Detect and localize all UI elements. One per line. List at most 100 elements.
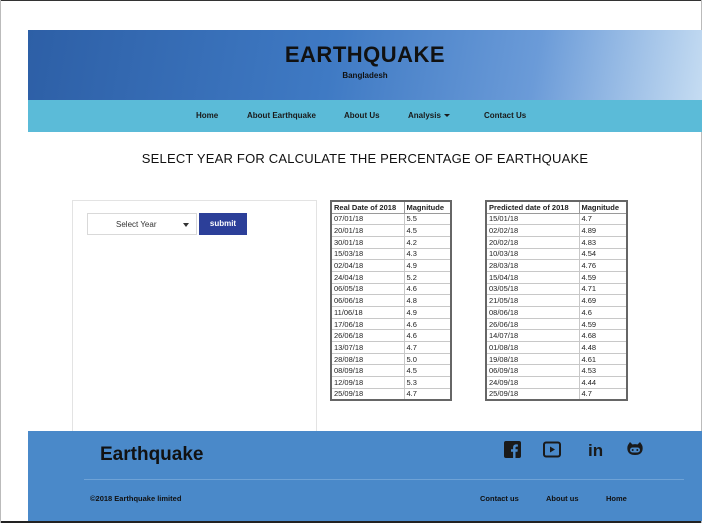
frame-border-left	[0, 0, 1, 523]
date-cell: 08/09/18	[330, 364, 405, 378]
table-row: 06/06/18 4.8	[330, 294, 452, 307]
column-header-magnitude: Magnitude	[578, 200, 628, 214]
date-cell: 21/05/18	[485, 294, 580, 307]
date-cell: 06/05/18	[330, 282, 405, 296]
magnitude-cell: 4.53	[578, 364, 628, 378]
date-cell: 24/04/18	[330, 270, 405, 284]
date-cell: 15/03/18	[330, 247, 405, 261]
date-cell: 10/03/18	[485, 247, 580, 261]
table-row: 12/09/18 5.3	[330, 376, 452, 389]
nav-about-us-link[interactable]: About Us	[344, 111, 380, 120]
table-row: 08/09/18 4.5	[330, 364, 452, 378]
submit-button[interactable]: submit	[199, 213, 247, 235]
magnitude-cell: 4.83	[578, 235, 628, 249]
table-row: 24/09/18 4.44	[485, 376, 628, 389]
date-cell: 06/06/18	[330, 294, 405, 307]
table-row: 08/06/18 4.6	[485, 306, 628, 319]
table-row: 15/01/18 4.7	[485, 212, 628, 226]
nav-home-link[interactable]: Home	[196, 111, 218, 120]
table-row: 30/01/18 4.2	[330, 235, 452, 249]
linkedin-icon[interactable]: in	[588, 441, 608, 461]
predicted-dates-table: Predicted date of 2018 Magnitude 15/01/1…	[485, 200, 628, 401]
date-cell: 15/04/18	[485, 270, 580, 284]
magnitude-cell: 5.5	[403, 212, 452, 226]
column-header-magnitude: Magnitude	[403, 200, 452, 214]
magnitude-cell: 4.5	[403, 224, 452, 237]
chevron-down-icon	[183, 223, 189, 227]
magnitude-cell: 4.7	[403, 341, 452, 354]
magnitude-cell: 4.5	[403, 364, 452, 378]
magnitude-cell: 4.69	[578, 294, 628, 307]
real-dates-table: Real Date of 2018 Magnitude 07/01/18 5.5 2…	[330, 200, 452, 401]
date-cell: 15/01/18	[485, 212, 580, 226]
nav-contact-us-link[interactable]: Contact Us	[484, 111, 526, 120]
github-icon[interactable]	[626, 441, 646, 461]
table-row: 25/09/18 4.7	[485, 387, 628, 401]
facebook-icon[interactable]	[504, 441, 524, 461]
date-cell: 14/07/18	[485, 329, 580, 343]
magnitude-cell: 5.3	[403, 376, 452, 389]
header-banner: EARTHQUAKE Bangladesh	[28, 30, 702, 100]
date-cell: 02/02/18	[485, 224, 580, 237]
table-header-row: Predicted date of 2018 Magnitude	[485, 200, 628, 214]
magnitude-cell: 4.6	[403, 329, 452, 343]
magnitude-cell: 4.48	[578, 341, 628, 354]
year-select[interactable]: Select Year	[87, 213, 197, 235]
magnitude-cell: 4.61	[578, 352, 628, 366]
table-row: 24/04/18 5.2	[330, 270, 452, 284]
table-row: 25/09/18 4.7	[330, 387, 452, 401]
copyright-text: ©2018 Earthquake limited	[90, 494, 182, 503]
date-cell: 28/03/18	[485, 259, 580, 272]
year-select-value: Select Year	[116, 220, 157, 229]
nav-analysis-dropdown[interactable]: Analysis	[408, 111, 450, 120]
magnitude-cell: 4.6	[578, 306, 628, 319]
table-row: 03/05/18 4.71	[485, 282, 628, 296]
table-row: 26/06/18 4.59	[485, 317, 628, 331]
table-row: 28/03/18 4.76	[485, 259, 628, 272]
date-cell: 08/06/18	[485, 306, 580, 319]
magnitude-cell: 4.54	[578, 247, 628, 261]
magnitude-cell: 4.76	[578, 259, 628, 272]
footer-about-us-link[interactable]: About us	[546, 494, 579, 503]
magnitude-cell: 4.8	[403, 294, 452, 307]
predicted-table-body: 15/01/18 4.7 02/02/18 4.89 20/02/18 4.83 10/03…	[485, 212, 628, 401]
date-cell: 30/01/18	[330, 235, 405, 249]
year-select-card: Select Year submit	[72, 200, 317, 432]
nav-analysis-label: Analysis	[408, 111, 441, 120]
table-row: 02/02/18 4.89	[485, 224, 628, 237]
table-row: 20/02/18 4.83	[485, 235, 628, 249]
table-row: 11/06/18 4.9	[330, 306, 452, 319]
site-subtitle: Bangladesh	[342, 71, 388, 80]
page-heading: SELECT YEAR FOR CALCULATE THE PERCENTAGE…	[141, 151, 589, 166]
table-row: 19/08/18 4.61	[485, 352, 628, 366]
date-cell: 02/04/18	[330, 259, 405, 272]
table-row: 14/07/18 4.68	[485, 329, 628, 343]
date-cell: 07/01/18	[330, 212, 405, 226]
web-page: EARTHQUAKE Bangladesh Home About Earthqu…	[28, 30, 702, 521]
youtube-icon[interactable]	[543, 441, 563, 461]
date-cell: 12/09/18	[330, 376, 405, 389]
date-cell: 17/06/18	[330, 317, 405, 331]
date-cell: 26/06/18	[485, 317, 580, 331]
site-title: EARTHQUAKE	[284, 42, 446, 67]
caret-down-icon	[443, 114, 450, 118]
footer-home-link[interactable]: Home	[606, 494, 627, 503]
table-row: 15/03/18 4.3	[330, 247, 452, 261]
magnitude-cell: 5.2	[403, 270, 452, 284]
table-row: 13/07/18 4.7	[330, 341, 452, 354]
date-cell: 20/01/18	[330, 224, 405, 237]
date-cell: 01/08/18	[485, 341, 580, 354]
nav-about-earthquake-link[interactable]: About Earthquake	[247, 111, 316, 120]
table-row: 21/05/18 4.69	[485, 294, 628, 307]
table-row: 10/03/18 4.54	[485, 247, 628, 261]
date-cell: 19/08/18	[485, 352, 580, 366]
magnitude-cell: 4.7	[403, 387, 452, 401]
magnitude-cell: 4.9	[403, 259, 452, 272]
date-cell: 13/07/18	[330, 341, 405, 354]
footer: Earthquake in ©2018 Earthquake limited C…	[28, 431, 702, 521]
date-cell: 26/06/18	[330, 329, 405, 343]
magnitude-cell: 4.59	[578, 317, 628, 331]
table-row: 26/06/18 4.6	[330, 329, 452, 343]
magnitude-cell: 4.9	[403, 306, 452, 319]
footer-contact-us-link[interactable]: Contact us	[480, 494, 519, 503]
